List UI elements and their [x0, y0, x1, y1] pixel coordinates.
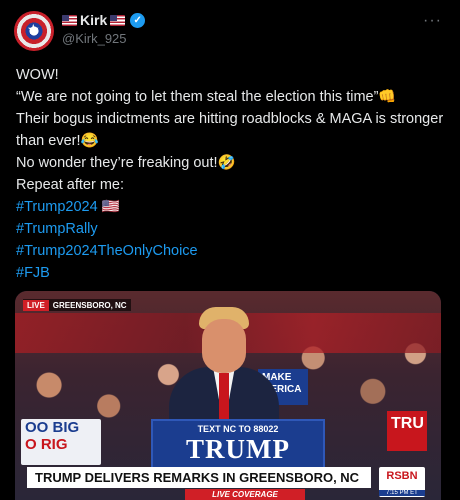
- hashtag-link[interactable]: #Trump2024TheOnlyChoice: [16, 240, 446, 262]
- network-logo-text: RSBN: [386, 470, 418, 482]
- hashtag-link[interactable]: #Trump2024 🇺🇸: [16, 196, 446, 218]
- author-handle[interactable]: @Kirk_925: [62, 31, 127, 46]
- podium-title: TRUMP: [186, 434, 290, 464]
- headline-banner: TRUMP DELIVERS REMARKS IN GREENSBORO, NC: [27, 467, 371, 488]
- tweet-line: Their bogus indictments are hitting road…: [16, 111, 444, 149]
- tweet-line: Repeat after me:: [16, 177, 124, 193]
- us-flag-icon: [62, 14, 77, 26]
- live-coverage-banner: LIVE COVERAGE: [185, 489, 305, 500]
- us-flag-icon: [110, 14, 126, 26]
- network-time: 7:15 PM ET: [379, 490, 425, 496]
- author-name-row: Kirk ✓: [62, 12, 146, 28]
- display-name[interactable]: Kirk: [80, 12, 107, 28]
- sign-text: O RIG: [25, 436, 68, 453]
- video-thumbnail[interactable]: OO BIG O RIG MAKE MERICA TRU TEXT NC TO …: [15, 291, 441, 500]
- podium-sign: TEXT NC TO 88022 TRUMP: [151, 419, 325, 473]
- tweet-line: No wonder they’re freaking out!🤣: [16, 155, 236, 171]
- sign-text: OO BIG: [25, 419, 80, 436]
- hashtag-link[interactable]: #FJB: [16, 262, 446, 284]
- tweet-text: WOW! “We are not going to let them steal…: [16, 64, 446, 284]
- hashtag-link[interactable]: #TrumpRally: [16, 218, 446, 240]
- network-logo: RSBN 7:15 PM ET: [379, 467, 425, 497]
- verified-badge-icon: ✓: [130, 12, 146, 28]
- tweet-line: “We are not going to let them steal the …: [16, 89, 397, 105]
- tweet-line: WOW!: [16, 67, 59, 83]
- live-indicator: LIVE GREENSBORO, NC: [23, 299, 131, 311]
- location-label: GREENSBORO, NC: [52, 300, 127, 310]
- more-options-icon[interactable]: ···: [423, 12, 442, 30]
- tweet[interactable]: ★ Kirk ✓ @Kirk_925 ··· WOW! “We are not …: [0, 0, 460, 500]
- rally-sign-right: TRU: [387, 411, 427, 451]
- star-icon: ★: [27, 21, 40, 37]
- live-badge: LIVE: [23, 299, 49, 311]
- podium-sub: TEXT NC TO 88022: [197, 424, 279, 434]
- rally-sign-left: OO BIG O RIG: [21, 419, 101, 465]
